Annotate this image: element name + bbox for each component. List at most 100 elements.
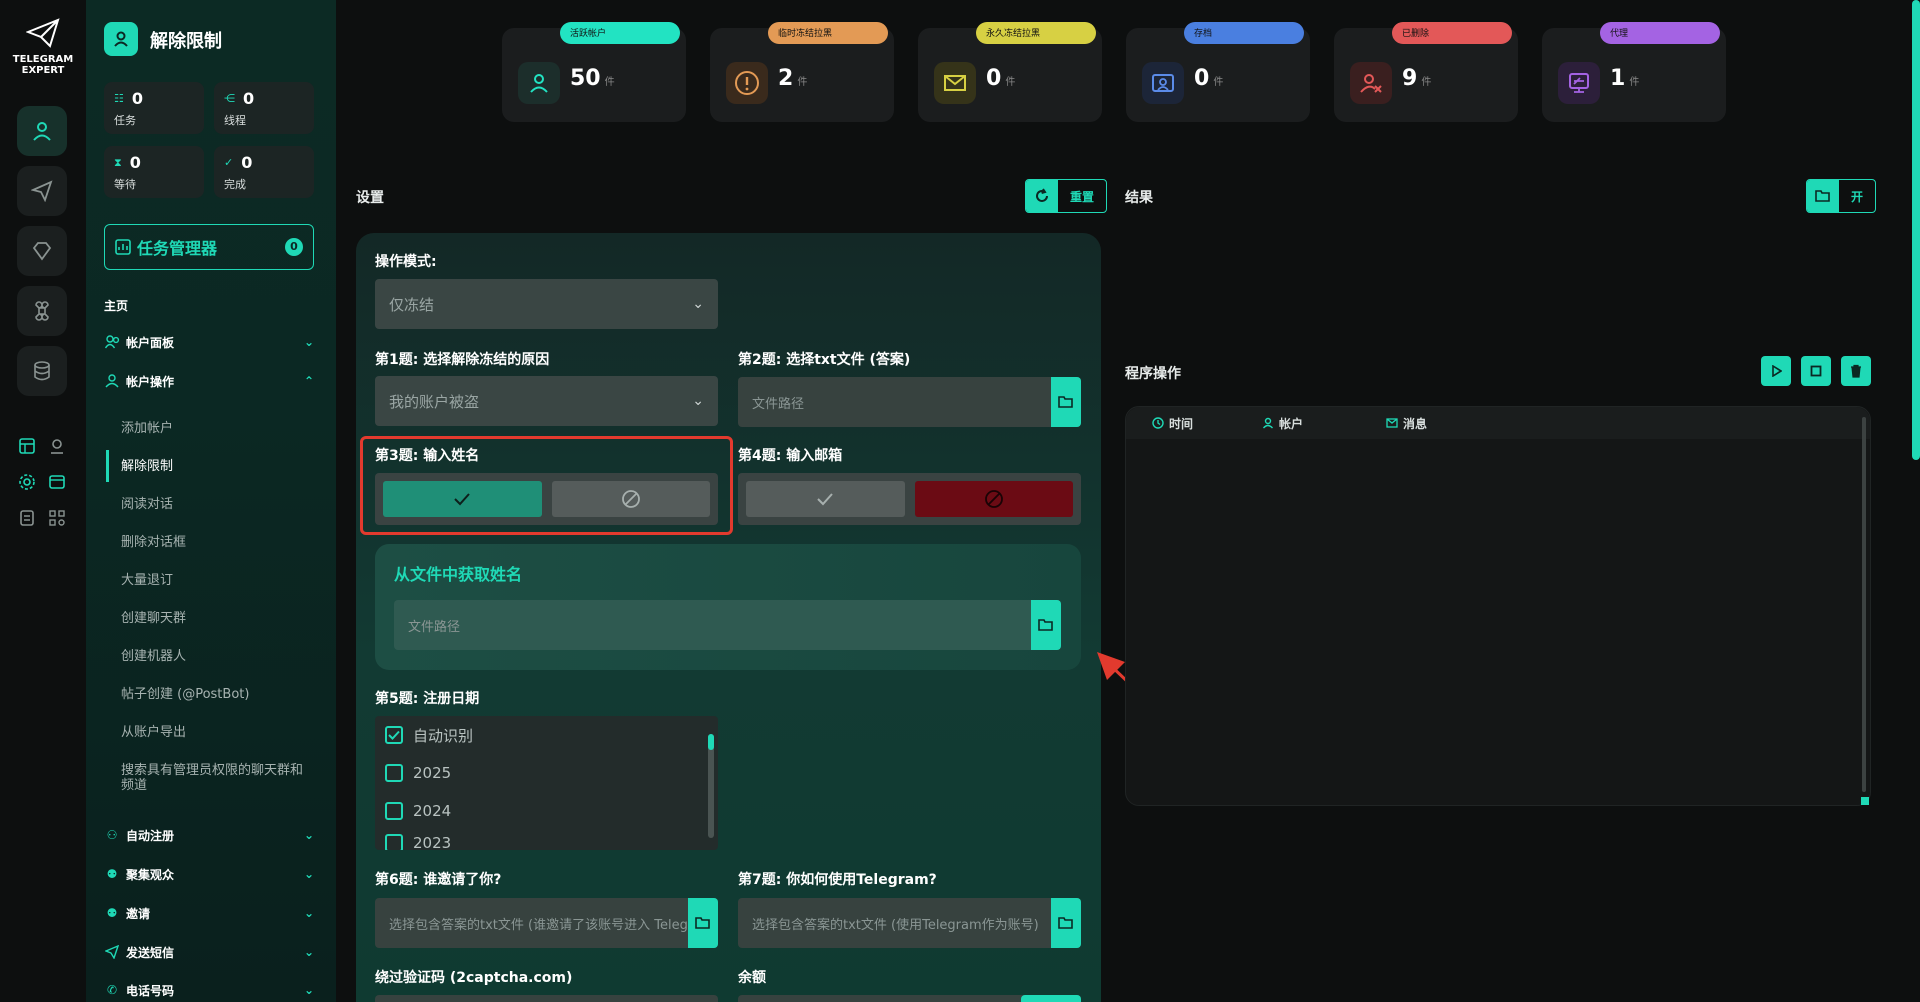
sidebar-group-account-ops[interactable]: 帐户操作 ⌃ bbox=[104, 369, 314, 393]
q1-label: 第1题: 选择解除冻结的原因 bbox=[375, 352, 550, 368]
rail-doc-icon[interactable] bbox=[15, 506, 39, 530]
sidebar-group-gather-audience[interactable]: ⚉ 聚集观众 ⌄ bbox=[104, 862, 314, 886]
program-title: 程序操作 bbox=[1125, 366, 1181, 382]
q4-enable-toggle[interactable] bbox=[746, 481, 905, 517]
phone-icon: ✆ bbox=[106, 983, 118, 997]
proxy-icon bbox=[1558, 62, 1600, 104]
settings-panel: 操作模式: 仅冻结 ⌄ 第1题: 选择解除冻结的原因 我的账户被盗 ⌄ 第2题:… bbox=[356, 233, 1101, 1002]
top-card-deleted[interactable]: 已删除 9件 bbox=[1334, 22, 1518, 122]
sidebar-item-mass-unsubscribe[interactable]: 大量退订 bbox=[121, 573, 311, 588]
top-card-temp-frozen[interactable]: 临时冻结拉黑 2件 bbox=[710, 22, 894, 122]
user-icon bbox=[114, 31, 128, 47]
rail-gear-icon[interactable] bbox=[15, 470, 39, 494]
open-results-button[interactable]: 开 bbox=[1806, 179, 1877, 213]
rail-accounts-button[interactable] bbox=[17, 106, 67, 156]
stat-card-done: ✓ 0 完成 bbox=[214, 146, 314, 198]
log-col-message[interactable]: 消息 bbox=[1386, 415, 1427, 432]
alert-icon bbox=[726, 62, 768, 104]
log-col-account[interactable]: 帐户 bbox=[1262, 415, 1386, 432]
q4-disable-toggle[interactable] bbox=[914, 481, 1073, 517]
logo-text: TELEGRAM EXPERT bbox=[12, 54, 74, 76]
q5-option-auto[interactable]: 自动识别 bbox=[375, 716, 718, 754]
mode-select[interactable]: 仅冻结 ⌄ bbox=[375, 279, 718, 329]
q5-option-2024[interactable]: 2024 bbox=[375, 792, 718, 830]
database-icon bbox=[34, 361, 50, 381]
rail-command-button[interactable] bbox=[17, 286, 67, 336]
sidebar-group-invite[interactable]: ⚉ 邀请 ⌄ bbox=[104, 901, 314, 925]
sidebar-group-account-panel[interactable]: 帐户面板 ⌄ bbox=[104, 330, 314, 354]
app-logo: TELEGRAM EXPERT bbox=[0, 18, 86, 76]
user-icon bbox=[104, 373, 120, 389]
q5-option-2023[interactable]: 2023 bbox=[375, 830, 718, 850]
mode-label: 操作模式: bbox=[375, 254, 437, 270]
captcha-input[interactable] bbox=[375, 995, 718, 1002]
sidebar-group-send-sms[interactable]: 发送短信 ⌄ bbox=[104, 940, 314, 964]
folder-user-icon bbox=[1142, 62, 1184, 104]
play-button[interactable] bbox=[1761, 356, 1791, 386]
stat-card-waiting: ⧗ 0 等待 bbox=[104, 146, 204, 198]
stop-button[interactable] bbox=[1801, 356, 1831, 386]
top-card-archive[interactable]: 存档 0件 bbox=[1126, 22, 1310, 122]
task-manager-button[interactable]: 任务管理器 0 bbox=[104, 224, 314, 270]
q7-file-input[interactable]: 选择包含答案的txt文件 (使用Telegram作为账号) bbox=[738, 898, 1081, 948]
chevron-down-icon: ⌄ bbox=[303, 945, 314, 959]
q1-reason-select[interactable]: 我的账户被盗 ⌄ bbox=[375, 376, 718, 426]
top-card-tag: 已删除 bbox=[1392, 22, 1512, 44]
q6-file-input[interactable]: 选择包含答案的txt文件 (谁邀请了该账号进入 Telegram) bbox=[375, 898, 718, 948]
sidebar-item-export[interactable]: 从账户导出 bbox=[121, 725, 311, 740]
users-icon: ⚉ bbox=[106, 906, 118, 920]
q7-label: 第7题: 你如何使用Telegram? bbox=[738, 872, 937, 888]
top-card-proxy[interactable]: 代理 1件 bbox=[1542, 22, 1726, 122]
rail-location-icon[interactable] bbox=[45, 434, 69, 458]
top-card-tag: 活跃帐户 bbox=[560, 22, 680, 44]
ban-icon bbox=[984, 490, 1003, 508]
q5-option-2025[interactable]: 2025 bbox=[375, 754, 718, 792]
q5-date-list: 自动识别 2025 2024 2023 bbox=[375, 716, 718, 850]
icon-rail: TELEGRAM EXPERT bbox=[0, 0, 86, 1002]
rail-browser-icon[interactable] bbox=[45, 470, 69, 494]
from-file-input[interactable]: 文件路径 bbox=[394, 600, 1061, 650]
checkbox-icon bbox=[385, 764, 403, 782]
sidebar-item-add-account[interactable]: 添加帐户 bbox=[121, 421, 311, 436]
folder-open-icon[interactable] bbox=[1051, 898, 1081, 948]
sidebar-group-phone[interactable]: ✆ 电话号码 ⌄ bbox=[104, 978, 314, 1002]
top-card-tag: 存档 bbox=[1184, 22, 1304, 44]
resize-handle[interactable] bbox=[1861, 797, 1869, 805]
top-card-active[interactable]: 活跃帐户 50 件 bbox=[502, 22, 686, 122]
rail-sheet-icon[interactable] bbox=[15, 434, 39, 458]
log-scrollbar[interactable] bbox=[1862, 417, 1866, 792]
sidebar-item-create-group[interactable]: 创建聊天群 bbox=[121, 611, 311, 626]
sidebar-item-search-admin[interactable]: 搜索具有管理员权限的聊天群和频道 bbox=[121, 763, 311, 793]
checkbox-checked-icon bbox=[385, 726, 403, 744]
folder-open-icon[interactable] bbox=[1031, 600, 1061, 650]
rail-diamond-button[interactable] bbox=[17, 226, 67, 276]
q2-file-input[interactable]: 文件路径 bbox=[738, 377, 1081, 427]
folder-open-icon[interactable] bbox=[688, 898, 718, 948]
user-x-icon bbox=[1350, 62, 1392, 104]
rail-database-button[interactable] bbox=[17, 346, 67, 396]
sidebar-item-create-bot[interactable]: 创建机器人 bbox=[121, 649, 311, 664]
page-scrollbar[interactable] bbox=[1912, 0, 1920, 460]
top-card-tag: 代理 bbox=[1600, 22, 1720, 44]
users-icon bbox=[104, 334, 120, 350]
folder-open-icon[interactable] bbox=[1051, 377, 1081, 427]
log-col-time[interactable]: 时间 bbox=[1152, 415, 1262, 432]
share-icon: ⋲ bbox=[224, 92, 235, 105]
reset-button[interactable]: 重置 bbox=[1025, 179, 1108, 213]
sidebar-item-read-dialogs[interactable]: 阅读对话 bbox=[121, 497, 311, 512]
sidebar-item-unlock[interactable]: 解除限制 bbox=[121, 459, 311, 474]
sidebar-group-auto-register[interactable]: ⚇ 自动注册 ⌄ bbox=[104, 823, 314, 847]
results-title: 结果 bbox=[1125, 190, 1153, 206]
balance-input[interactable] bbox=[738, 995, 1081, 1002]
sidebar-item-delete-dialogs[interactable]: 删除对话框 bbox=[121, 535, 311, 550]
rail-grid-icon[interactable] bbox=[45, 506, 69, 530]
rail-send-button[interactable] bbox=[17, 166, 67, 216]
top-card-perm-frozen[interactable]: 永久冻结拉黑 0件 bbox=[918, 22, 1102, 122]
clear-log-button[interactable] bbox=[1841, 356, 1871, 386]
balance-label: 余额 bbox=[738, 970, 766, 986]
list-scrollbar[interactable] bbox=[708, 734, 714, 838]
hourglass-icon: ⧗ bbox=[114, 155, 122, 169]
sidebar-item-post-create[interactable]: 帖子创建 (@PostBot) bbox=[121, 687, 311, 702]
sidebar-home-label[interactable]: 主页 bbox=[104, 297, 128, 314]
q4-toggle-group bbox=[738, 473, 1081, 525]
